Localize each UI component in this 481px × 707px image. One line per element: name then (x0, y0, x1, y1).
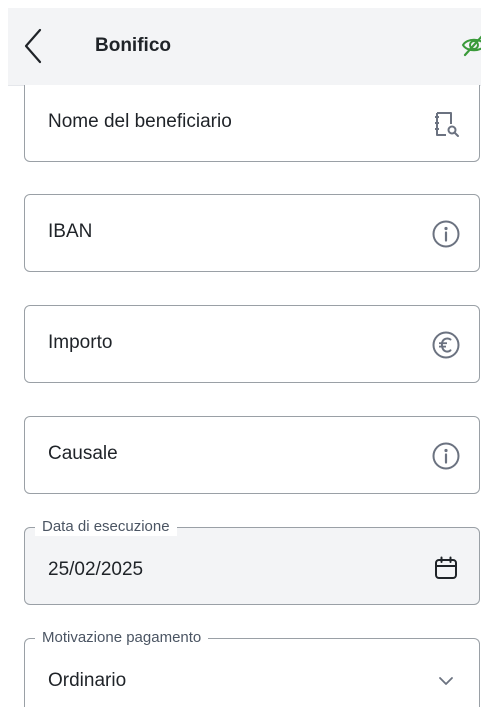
execution-date-field[interactable]: Data di esecuzione 25/02/2025 (24, 518, 480, 605)
payment-reason-value: Ordinario (48, 670, 127, 691)
transfer-screen: Bonifico Nome del beneficiario IBAN Impo… (0, 0, 481, 707)
reason-field[interactable]: Causale (24, 416, 480, 494)
payment-reason-select[interactable]: Motivazione pagamento Ordinario (24, 629, 480, 707)
beneficiary-label: Nome del beneficiario (48, 111, 232, 132)
status-area (0, 0, 481, 8)
back-button[interactable] (18, 26, 48, 66)
payment-reason-label: Motivazione pagamento (35, 629, 209, 647)
info-icon[interactable] (431, 219, 461, 249)
euro-icon (431, 330, 461, 360)
iban-label: IBAN (48, 221, 93, 242)
beneficiary-field[interactable]: Nome del beneficiario (24, 85, 480, 162)
transfer-form: Nome del beneficiario IBAN Importo Causa… (24, 85, 481, 707)
app-header: Bonifico (8, 8, 481, 86)
amount-field[interactable]: Importo (24, 305, 480, 383)
execution-date-label: Data di esecuzione (35, 518, 177, 536)
info-icon[interactable] (431, 441, 461, 471)
address-book-search-icon[interactable] (431, 109, 461, 139)
chevron-left-icon (24, 28, 42, 64)
iban-field[interactable]: IBAN (24, 194, 480, 272)
eye-slash-icon[interactable] (461, 32, 481, 58)
chevron-down-icon[interactable] (431, 666, 461, 696)
reason-label: Causale (48, 443, 118, 464)
calendar-icon[interactable] (431, 553, 461, 583)
amount-label: Importo (48, 332, 113, 353)
page-title: Bonifico (95, 35, 171, 56)
execution-date-value: 25/02/2025 (48, 559, 144, 580)
